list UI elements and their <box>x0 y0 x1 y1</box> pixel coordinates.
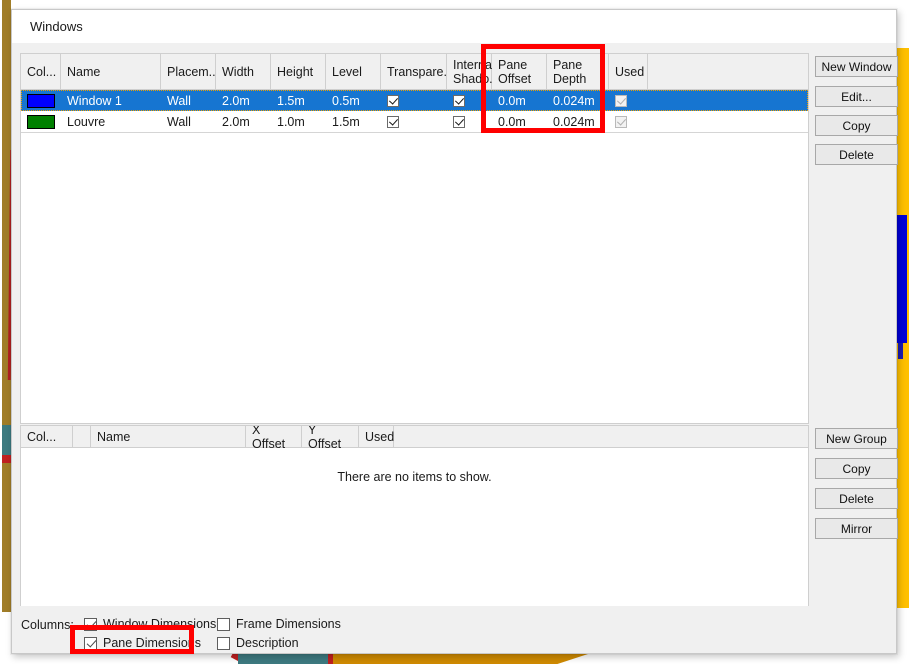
checkmark-icon[interactable] <box>387 116 399 128</box>
color-swatch <box>27 115 55 129</box>
row-internal-shadow <box>447 112 492 132</box>
backdrop-shape-left-teal <box>2 425 11 457</box>
windows-table-col-name[interactable]: Name <box>61 54 161 89</box>
windows-table-col-level[interactable]: Level <box>326 54 381 89</box>
table-bottom-divider <box>21 132 808 133</box>
new-window-button[interactable]: New Window <box>815 56 898 77</box>
checkmark-icon <box>615 116 627 128</box>
checkbox-frame-dimensions[interactable]: Frame Dimensions <box>217 617 341 631</box>
groups-table-col-color[interactable]: Col... <box>21 426 73 447</box>
mirror-button[interactable]: Mirror <box>815 518 898 539</box>
row-placement: Wall <box>167 93 191 108</box>
groups-table-col-name[interactable]: Name <box>91 426 246 447</box>
groups-table-col-used[interactable]: Used <box>359 426 394 447</box>
windows-table-col-height[interactable]: Height <box>271 54 326 89</box>
row-pane-offset: 0.0m <box>498 93 526 108</box>
windows-table-header: Col... Name Placem... Width Height Level Trans… <box>21 54 808 90</box>
windows-table-col-width[interactable]: Width <box>216 54 271 89</box>
windows-table-col-color[interactable]: Col... <box>21 54 61 89</box>
empty-checkbox-icon <box>217 617 230 631</box>
backdrop-shape-bottom-gold <box>333 654 588 664</box>
groups-empty-message: There are no items to show. <box>337 470 492 484</box>
backdrop-shape-bottom-red <box>328 654 333 664</box>
new-group-button[interactable]: New Group <box>815 428 898 449</box>
checkmark-icon[interactable] <box>387 94 399 107</box>
windows-table-body[interactable]: Window 1 Wall 2.0m 1.5m 0.5m 0.0m 0.024m Louvre… <box>21 90 808 133</box>
row-transparency <box>381 112 447 132</box>
color-swatch <box>27 93 55 108</box>
row-level: 0.5m <box>332 93 360 108</box>
checkbox-pane-dimensions-label: Pane Dimensions <box>103 636 201 650</box>
checkmark-icon <box>615 94 627 107</box>
row-filler <box>648 112 808 132</box>
row-level: 1.5m <box>332 115 360 129</box>
windows-table-col-placement[interactable]: Placem... <box>161 54 219 89</box>
windows-table-col-pane-offset[interactable]: Pane Offset <box>492 54 547 89</box>
row-color-swatch <box>21 112 61 132</box>
row-internal-shadow <box>447 90 492 111</box>
backdrop-shape-right-blue <box>896 215 907 343</box>
groups-table-col-y-offset[interactable]: Y Offset <box>302 426 359 451</box>
backdrop-shape-left-red2 <box>2 455 11 463</box>
windows-table[interactable]: Col... Name Placem... Width Height Level Trans… <box>20 53 809 424</box>
table-row[interactable]: Window 1 Wall 2.0m 1.5m 0.5m 0.0m 0.024m <box>21 90 808 111</box>
checkbox-description[interactable]: Description <box>217 636 299 650</box>
copy-button[interactable]: Copy <box>815 115 898 136</box>
columns-options-bar: Columns: Window Dimensions Pane Dimensio… <box>12 606 896 653</box>
row-width: 2.0m <box>222 93 250 108</box>
checkmark-icon[interactable] <box>453 116 465 128</box>
windows-dialog: Windows Col... Name Placem... Width Height Le… <box>11 9 898 654</box>
dialog-titlebar: Windows <box>12 10 896 43</box>
checkbox-window-dimensions[interactable]: Window Dimensions <box>84 617 216 631</box>
checkmark-icon <box>84 617 97 631</box>
group-copy-button[interactable]: Copy <box>815 458 898 479</box>
row-height: 1.5m <box>277 93 305 108</box>
windows-table-col-internal-shadow[interactable]: Internal Shado.. <box>447 54 496 89</box>
group-delete-button[interactable]: Delete <box>815 488 898 509</box>
columns-label: Columns: <box>21 618 74 632</box>
checkbox-frame-dimensions-label: Frame Dimensions <box>236 617 341 631</box>
groups-table[interactable]: Col... Name X Offset Y Offset Used There are… <box>20 425 809 608</box>
row-height: 1.0m <box>277 115 305 129</box>
row-color-swatch <box>21 90 61 111</box>
empty-checkbox-icon <box>217 636 230 650</box>
backdrop-shape-right-blue2 <box>898 343 903 359</box>
row-name: Louvre <box>67 115 106 129</box>
row-transparency <box>381 90 447 111</box>
checkmark-icon[interactable] <box>453 94 465 107</box>
groups-table-col-spacer[interactable] <box>73 426 91 447</box>
windows-table-col-pane-depth[interactable]: Pane Depth <box>547 54 609 89</box>
groups-table-header: Col... Name X Offset Y Offset Used <box>21 426 808 451</box>
row-placement: Wall <box>167 115 191 129</box>
windows-table-col-used[interactable]: Used <box>609 54 648 89</box>
groups-table-header-filler <box>394 426 808 447</box>
row-pane-offset: 0.0m <box>498 115 526 129</box>
row-used <box>609 90 648 111</box>
checkbox-window-dimensions-label: Window Dimensions <box>103 617 217 631</box>
checkbox-pane-dimensions[interactable]: Pane Dimensions <box>84 636 201 650</box>
row-name: Window 1 <box>67 93 122 108</box>
windows-table-col-transparency[interactable]: Transpare... <box>381 54 454 89</box>
row-width: 2.0m <box>222 115 250 129</box>
row-used <box>609 112 648 132</box>
row-filler <box>648 90 808 111</box>
edit-button[interactable]: Edit... <box>815 86 898 107</box>
checkbox-description-label: Description <box>236 636 299 650</box>
groups-table-col-x-offset[interactable]: X Offset <box>246 426 302 451</box>
backdrop-shape-bottom-teal <box>238 654 328 664</box>
checkmark-icon <box>84 636 97 650</box>
row-pane-depth: 0.024m <box>553 93 595 108</box>
table-row[interactable]: Louvre Wall 2.0m 1.0m 1.5m 0.0m 0.024m <box>21 111 808 132</box>
delete-button[interactable]: Delete <box>815 144 898 165</box>
windows-table-header-filler <box>648 54 808 89</box>
row-pane-depth: 0.024m <box>553 115 595 129</box>
dialog-title: Windows <box>30 19 83 34</box>
